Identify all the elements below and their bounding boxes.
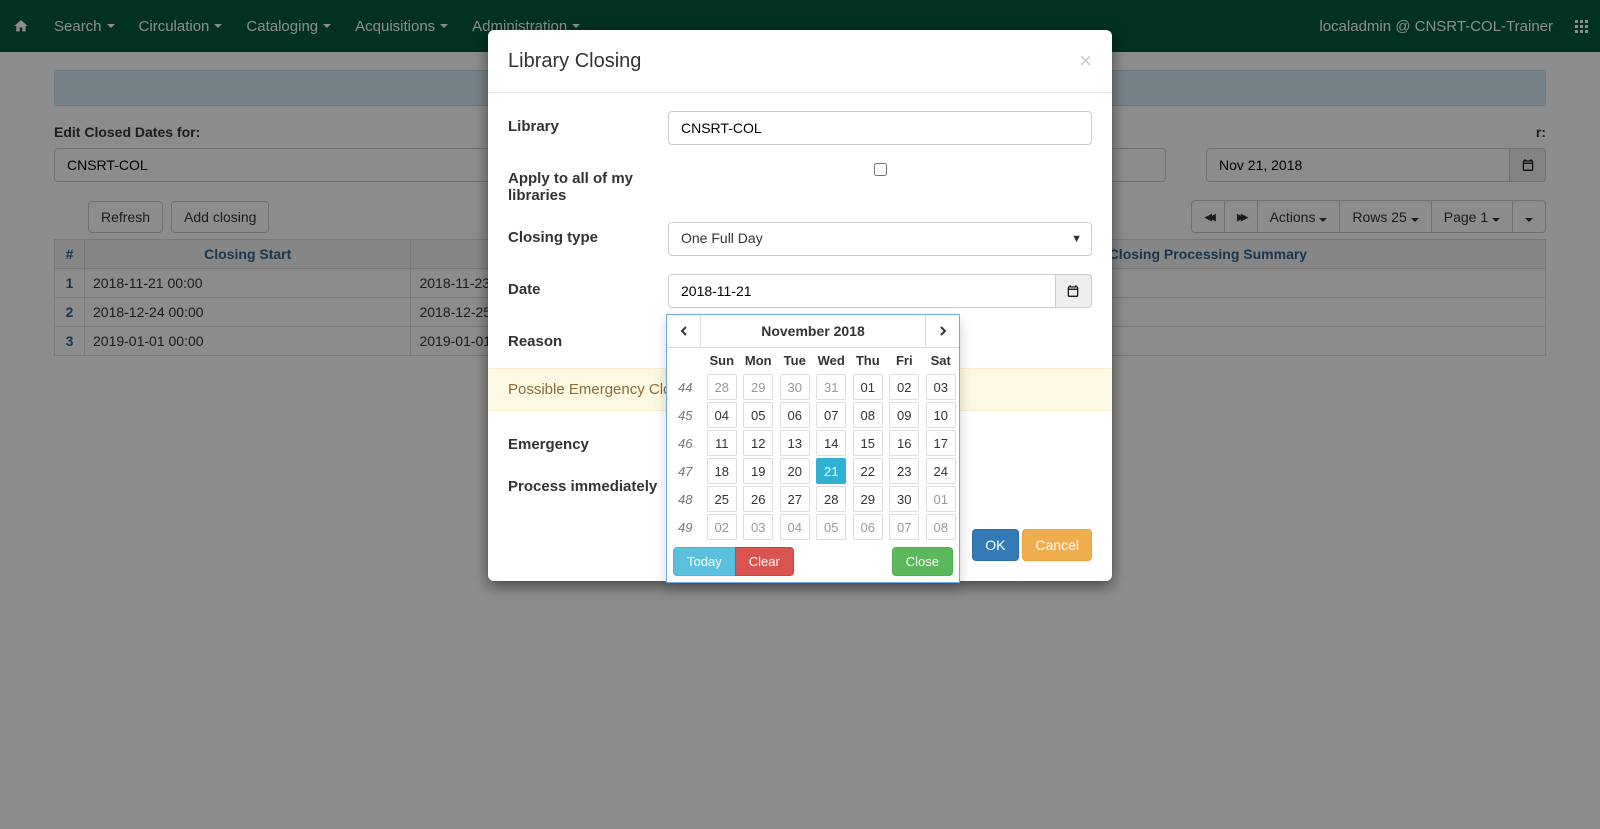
day-cell[interactable]: 06 [780,402,810,428]
day-cell[interactable]: 27 [780,486,810,512]
day-cell[interactable]: 07 [816,402,846,428]
day-cell[interactable]: 21 [816,458,846,484]
emergency-label: Emergency [508,429,668,453]
day-cell[interactable]: 03 [926,374,956,400]
prev-month-button[interactable] [667,315,701,347]
day-cell[interactable]: 23 [889,458,919,484]
day-cell[interactable]: 09 [889,402,919,428]
closing-type-label: Closing type [508,222,668,246]
day-cell[interactable]: 24 [926,458,956,484]
day-cell[interactable]: 20 [780,458,810,484]
dow-label: Thu [850,348,887,373]
day-cell[interactable]: 29 [853,486,883,512]
day-cell[interactable]: 08 [926,514,956,540]
week-number: 46 [667,429,704,457]
day-cell[interactable]: 04 [780,514,810,540]
dow-label: Tue [777,348,814,373]
day-cell[interactable]: 10 [926,402,956,428]
library-closing-modal: Library Closing × Library Apply to all o… [488,30,1112,581]
day-cell[interactable]: 28 [816,486,846,512]
day-cell[interactable]: 14 [816,430,846,456]
day-cell[interactable]: 05 [816,514,846,540]
close-icon[interactable]: × [1079,48,1092,74]
ok-button[interactable]: OK [972,529,1018,561]
day-cell[interactable]: 22 [853,458,883,484]
day-cell[interactable]: 19 [743,458,773,484]
dow-label: Fri [886,348,923,373]
process-immediately-label: Process immediately [508,471,668,495]
week-number: 44 [667,373,704,401]
datepicker-title[interactable]: November 2018 [701,315,925,347]
day-cell[interactable]: 03 [743,514,773,540]
week-number: 49 [667,513,704,541]
cancel-button[interactable]: Cancel [1022,529,1092,561]
day-cell[interactable]: 26 [743,486,773,512]
day-cell[interactable]: 15 [853,430,883,456]
library-input[interactable] [668,111,1092,145]
day-cell[interactable]: 08 [853,402,883,428]
close-datepicker-button[interactable]: Close [892,547,953,576]
date-input[interactable] [668,274,1056,308]
clear-button[interactable]: Clear [735,547,794,576]
day-cell[interactable]: 13 [780,430,810,456]
reason-label: Reason [508,326,668,350]
dow-label: Sat [923,348,960,373]
week-number: 45 [667,401,704,429]
week-number: 47 [667,457,704,485]
day-cell[interactable]: 29 [743,374,773,400]
dow-label: Wed [813,348,850,373]
date-label: Date [508,274,668,298]
day-cell[interactable]: 02 [707,514,737,540]
day-cell[interactable]: 01 [926,486,956,512]
dow-label: Mon [740,348,777,373]
modal-overlay: Library Closing × Library Apply to all o… [0,0,1600,829]
day-cell[interactable]: 05 [743,402,773,428]
datepicker: November 2018 SunMonTueWedThuFriSat 4428… [666,314,960,583]
day-cell[interactable]: 18 [707,458,737,484]
modal-title: Library Closing [508,50,641,73]
library-label: Library [508,111,668,135]
day-cell[interactable]: 30 [889,486,919,512]
day-cell[interactable]: 07 [889,514,919,540]
day-cell[interactable]: 28 [707,374,737,400]
dow-label: Sun [704,348,741,373]
today-button[interactable]: Today [673,547,736,576]
apply-all-checkbox[interactable] [874,163,887,176]
day-cell[interactable]: 06 [853,514,883,540]
day-cell[interactable]: 02 [889,374,919,400]
day-cell[interactable]: 01 [853,374,883,400]
day-cell[interactable]: 17 [926,430,956,456]
apply-all-label: Apply to all of my libraries [508,163,668,204]
day-cell[interactable]: 31 [816,374,846,400]
day-cell[interactable]: 04 [707,402,737,428]
closing-type-select[interactable]: One Full Day [668,222,1092,256]
day-cell[interactable]: 11 [707,430,737,456]
day-cell[interactable]: 16 [889,430,919,456]
day-cell[interactable]: 25 [707,486,737,512]
day-cell[interactable]: 30 [780,374,810,400]
next-month-button[interactable] [925,315,959,347]
day-cell[interactable]: 12 [743,430,773,456]
calendar-icon[interactable] [1056,274,1092,308]
week-number: 48 [667,485,704,513]
